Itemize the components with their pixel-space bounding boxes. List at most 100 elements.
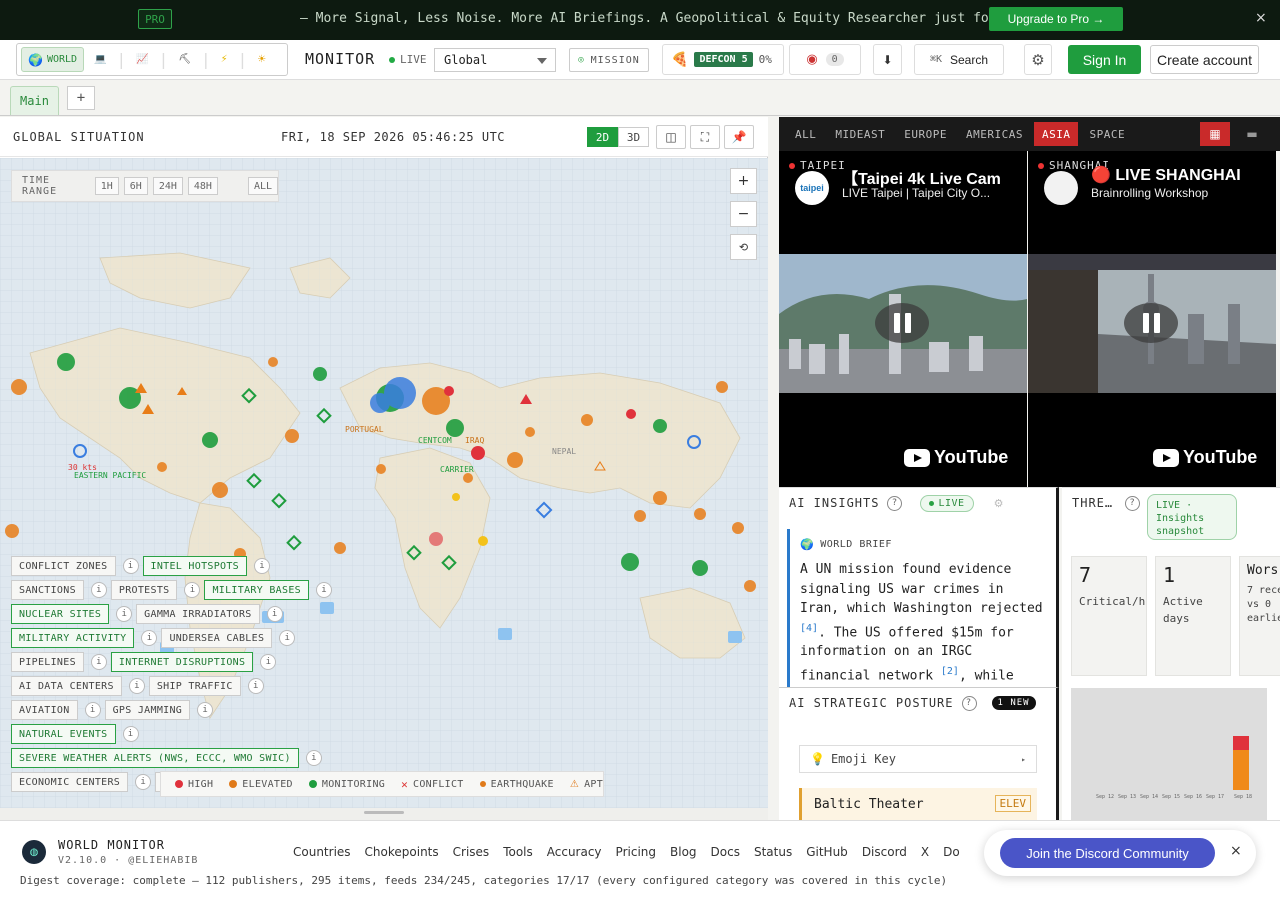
info-icon[interactable]: i [197, 702, 214, 718]
mode-tab-tech[interactable]: 💻 [88, 47, 112, 72]
footer-link-tools[interactable]: Tools [503, 845, 533, 859]
layer-natural-events[interactable]: NATURAL EVENTS [11, 724, 116, 744]
split-view-button[interactable]: ◫ [656, 125, 686, 149]
layer-ai-data-centers[interactable]: AI DATA CENTERS [11, 676, 122, 696]
footer-link-blog[interactable]: Blog [670, 845, 697, 859]
tab-main[interactable]: Main [10, 86, 59, 115]
reset-view-button[interactable]: ⟲ [730, 234, 757, 260]
info-icon[interactable]: i [279, 630, 296, 646]
time-range-6h[interactable]: 6H [123, 177, 148, 195]
tab-europe[interactable]: EUROPE [896, 122, 955, 146]
layer-conflict-zones[interactable]: CONFLICT ZONES [11, 556, 116, 576]
tab-americas[interactable]: AMERICAS [958, 122, 1031, 146]
footer-link-accuracy[interactable]: Accuracy [547, 845, 602, 859]
layer-military-activity[interactable]: MILITARY ACTIVITY [11, 628, 135, 648]
footer-link-github[interactable]: GitHub [806, 845, 848, 859]
layer-aviation[interactable]: AVIATION [11, 700, 78, 720]
layer-nuclear-sites[interactable]: NUCLEAR SITES [11, 604, 110, 624]
help-icon[interactable]: ? [887, 495, 903, 511]
mode-tab-finance[interactable]: 📈 [130, 47, 154, 72]
citation-link[interactable]: [2] [941, 666, 959, 677]
defcon-indicator[interactable]: 🍕 DEFCON 5 0% [662, 44, 784, 75]
footer-link-countries[interactable]: Countries [293, 845, 351, 859]
sign-in-button[interactable]: Sign In [1068, 45, 1141, 74]
layer-sanctions[interactable]: SANCTIONS [11, 580, 84, 600]
info-icon[interactable]: i [141, 630, 158, 646]
drag-handle-icon[interactable] [364, 811, 404, 814]
mode-tab-positive[interactable]: ☀ [251, 47, 272, 72]
info-icon[interactable]: i [184, 582, 201, 598]
mode-tab-world[interactable]: 🌍 WORLD [21, 47, 85, 72]
help-icon[interactable]: ? [961, 695, 977, 711]
view-3d-button[interactable]: 3D [618, 127, 649, 147]
time-range-48h[interactable]: 48H [187, 177, 218, 195]
info-icon[interactable]: i [122, 726, 139, 742]
settings-button[interactable]: ⚙ [1024, 44, 1052, 75]
layer-pipelines[interactable]: PIPELINES [11, 652, 84, 672]
info-icon[interactable]: i [135, 774, 152, 790]
emoji-key-toggle[interactable]: 💡 Emoji Key ▸ [799, 745, 1037, 773]
layer-military-bases[interactable]: MILITARY BASES [204, 580, 309, 600]
info-icon[interactable]: i [315, 582, 332, 598]
info-icon[interactable]: i [90, 654, 107, 670]
footer-link-chokepoints[interactable]: Chokepoints [365, 845, 439, 859]
pin-button[interactable]: 📌 [724, 125, 754, 149]
download-button[interactable]: ⬇ [873, 44, 902, 75]
search-button[interactable]: ⌘K Search [914, 44, 1004, 75]
zoom-out-button[interactable]: − [730, 201, 757, 227]
video-feed-shanghai[interactable]: SHANGHAI 🔴 LIVE SHANGHAI Brainrolling Wo… [1028, 151, 1276, 487]
footer-link-status[interactable]: Status [754, 845, 792, 859]
footer-link-x[interactable]: X [921, 845, 929, 859]
info-icon[interactable]: i [84, 702, 101, 718]
mission-button[interactable]: ◎ MISSION [569, 48, 649, 72]
map-resize-bar[interactable] [0, 808, 768, 820]
tab-space[interactable]: SPACE [1081, 122, 1133, 146]
info-icon[interactable]: i [260, 654, 277, 670]
upgrade-button[interactable]: Upgrade to Pro → [989, 7, 1123, 31]
info-icon[interactable]: i [266, 606, 283, 622]
layer-severe-weather[interactable]: SEVERE WEATHER ALERTS (NWS, ECCC, WMO SW… [11, 748, 299, 768]
region-select[interactable]: Global [434, 48, 556, 72]
fullscreen-button[interactable]: ⛶ [690, 125, 720, 149]
layer-gamma-irradiators[interactable]: GAMMA IRRADIATORS [136, 604, 260, 624]
info-icon[interactable]: i [247, 678, 264, 694]
close-icon[interactable]: × [1230, 843, 1242, 859]
layer-intel-hotspots[interactable]: INTEL HOTSPOTS [142, 556, 247, 576]
time-range-1h[interactable]: 1H [94, 177, 119, 195]
pause-icon[interactable] [1124, 303, 1178, 343]
world-map[interactable]: PORTUGAL IRAQ NEPAL CENTCOM CARRIER EAST… [0, 158, 768, 808]
footer-link-crises[interactable]: Crises [453, 845, 490, 859]
view-2d-button[interactable]: 2D [587, 127, 618, 147]
add-tab-button[interactable]: + [67, 86, 95, 110]
video-feed-taipei[interactable]: TAIPEI taipei 【Taipei 4k Live Cam LIVE T… [779, 151, 1027, 487]
info-icon[interactable]: i [122, 558, 139, 574]
mode-tab-commodities[interactable]: ⛏ [172, 47, 197, 72]
help-icon[interactable]: ? [1125, 495, 1141, 511]
promo-close-icon[interactable]: × [1255, 10, 1267, 26]
info-icon[interactable]: i [90, 582, 107, 598]
pause-icon[interactable] [875, 303, 929, 343]
footer-link-do[interactable]: Do [943, 845, 960, 859]
tab-asia[interactable]: ASIA [1033, 122, 1079, 146]
footer-link-docs[interactable]: Docs [711, 845, 740, 859]
layer-gps-jamming[interactable]: GPS JAMMING [104, 700, 191, 720]
layer-ship-traffic[interactable]: SHIP TRAFFIC [148, 676, 241, 696]
info-icon[interactable]: i [116, 606, 133, 622]
tab-all[interactable]: ALL [787, 122, 824, 146]
time-range-24h[interactable]: 24H [152, 177, 183, 195]
single-view-button[interactable]: ▬ [1237, 122, 1267, 146]
info-icon[interactable]: i [305, 750, 322, 766]
layer-internet-disruptions[interactable]: INTERNET DISRUPTIONS [110, 652, 254, 672]
citation-link[interactable]: [4] [800, 623, 818, 634]
create-account-button[interactable]: Create account [1150, 45, 1259, 74]
footer-link-discord[interactable]: Discord [862, 845, 907, 859]
mode-tab-energy[interactable]: ⚡ [215, 47, 234, 72]
footer-link-pricing[interactable]: Pricing [616, 845, 656, 859]
time-range-all[interactable]: ALL [247, 177, 278, 195]
info-icon[interactable]: i [128, 678, 145, 694]
zoom-in-button[interactable]: + [730, 168, 757, 194]
layer-protests[interactable]: PROTESTS [110, 580, 178, 600]
tab-mideast[interactable]: MIDEAST [827, 122, 893, 146]
layer-undersea-cables[interactable]: UNDERSEA CABLES [161, 628, 273, 648]
info-icon[interactable]: i [254, 558, 270, 574]
